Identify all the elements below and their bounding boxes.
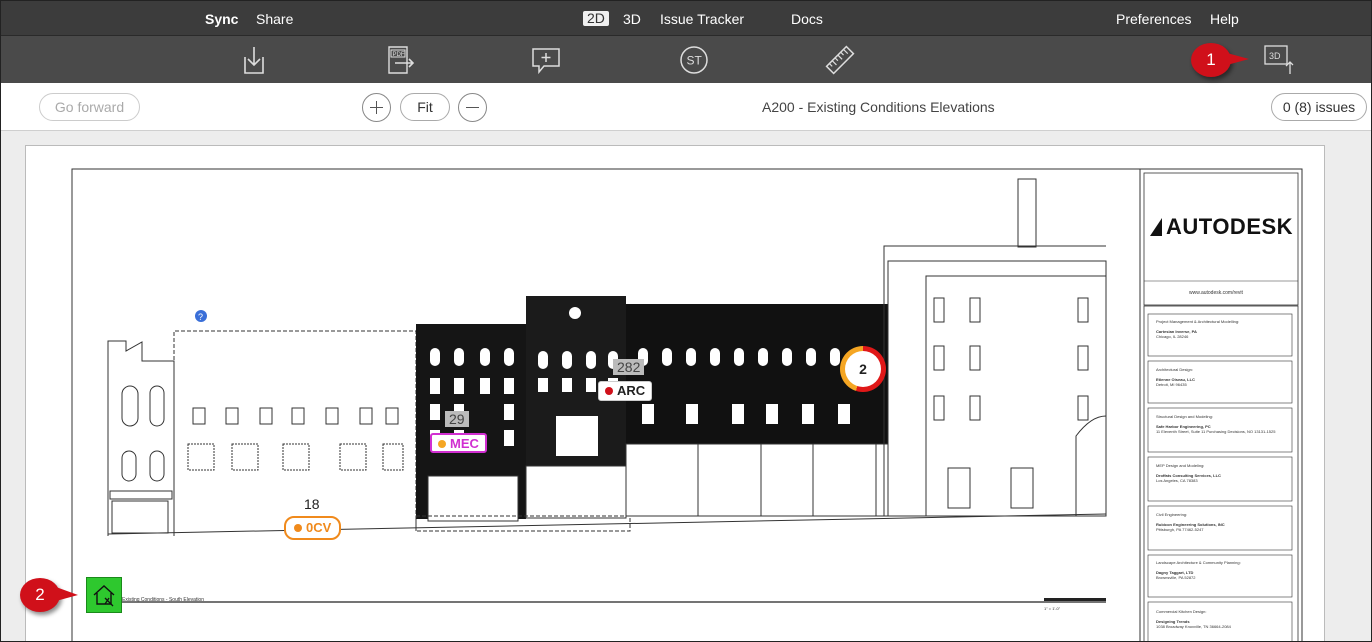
tb-entry-addr: Brownsville, PA 52872 (1156, 575, 1196, 580)
home-view-button[interactable] (86, 577, 122, 613)
pdf-label: PDF (393, 52, 405, 58)
drawing-sheet[interactable]: ? 1" = 1'-0" Existing Conditions - South… (25, 145, 1325, 641)
tb-entry-role: Architectural Design: (1156, 367, 1193, 372)
tb-entry-7: Commercial Kitchen Design: Designing Tre… (1156, 609, 1292, 629)
tb-url: www.autodesk.com/revit (1189, 290, 1243, 296)
menu-preferences[interactable]: Preferences (1116, 11, 1191, 27)
ruler-icon[interactable] (823, 44, 857, 76)
arc-issue-pin[interactable]: ARC (598, 381, 653, 401)
menu-sync[interactable]: Sync (205, 11, 238, 27)
view-title: Existing Conditions - South Elevation (122, 597, 204, 603)
menu-help[interactable]: Help (1210, 11, 1239, 27)
tb-entry-role: Structural Design and Modeling: (1156, 414, 1213, 419)
add-comment-icon[interactable] (529, 44, 563, 76)
mec-label: MEC (450, 436, 479, 451)
callout-1-pointer (1227, 53, 1249, 65)
issue-cluster-pin[interactable]: 2 (840, 346, 886, 392)
zoom-out-button[interactable] (458, 93, 487, 122)
tb-entry-5: Civil Engineering: Rubicon Engineering S… (1156, 512, 1292, 532)
callout-1: 1 (1191, 43, 1231, 77)
switch-3d-label: 3D (1269, 51, 1281, 61)
tb-entry-role: Civil Engineering: (1156, 512, 1188, 517)
tb-entry-addr: Pittsburgh, PA 77462-5247 (1156, 527, 1204, 532)
app-window: Sync Share 2D 3D Issue Tracker Docs Pref… (0, 0, 1372, 642)
home-icon (93, 585, 115, 607)
tb-entry-2: Architectural Design: Etienne Oiseau, LL… (1156, 367, 1292, 387)
navigation-bar: Go forward Fit A200 - Existing Condition… (1, 83, 1371, 131)
tb-entry-role: Project Management & Architectural Model… (1156, 319, 1240, 324)
tb-entry-3: Structural Design and Modeling: Safe Har… (1156, 414, 1292, 434)
autodesk-logo: AUTODESK (1150, 214, 1293, 240)
menu-3d[interactable]: 3D (623, 11, 641, 27)
tb-entry-addr: 1038 Broadway Knoxville, TN 36664-2084 (1156, 624, 1231, 629)
st-icon[interactable]: ST (677, 44, 711, 76)
logo-text: AUTODESK (1166, 214, 1294, 239)
arc-label: ARC (617, 383, 646, 398)
issue-cluster-count: 2 (845, 351, 881, 387)
zoom-in-button[interactable] (362, 93, 391, 122)
tb-entry-role: Landscape Architecture & Community Plann… (1156, 560, 1241, 565)
cv-count: 18 (304, 496, 320, 512)
top-menu-bar: Sync Share 2D 3D Issue Tracker Docs Pref… (1, 1, 1371, 35)
tb-entry-addr: Detroit, MI 96435 (1156, 382, 1187, 387)
svg-text:?: ? (198, 312, 203, 322)
tb-entry-addr: Los Angeles, CA 78383 (1156, 478, 1198, 483)
cv-issue-pin[interactable]: 0CV (284, 516, 342, 540)
tb-entry-addr: 11 Eleventh Street, Suite 11 Purchasing … (1156, 429, 1276, 434)
cv-label: 0CV (306, 520, 332, 535)
arc-count: 282 (613, 359, 645, 375)
arc-dot (605, 387, 613, 395)
download-icon[interactable] (237, 44, 271, 76)
autodesk-logo-mark (1150, 218, 1162, 236)
tb-entry-4: MEP Design and Modeling: Droffats Consul… (1156, 463, 1292, 483)
scale-label: 1" = 1'-0" (1044, 606, 1061, 611)
tb-entry-1: Project Management & Architectural Model… (1156, 319, 1292, 339)
callout-2: 2 (20, 578, 60, 612)
elevation-drawing: ? 1" = 1'-0" Existing Conditions - South… (71, 168, 1303, 641)
menu-issue-tracker[interactable]: Issue Tracker (660, 11, 744, 27)
go-forward-button[interactable]: Go forward (39, 93, 140, 121)
callout-2-pointer (56, 587, 78, 601)
st-label: ST (687, 54, 703, 68)
issues-button[interactable]: 0 (8) issues (1271, 93, 1367, 121)
cv-dot (294, 524, 302, 532)
tb-entry-addr: Chicago, IL 28246 (1156, 334, 1189, 339)
switch-3d-icon[interactable]: 3D (1263, 44, 1297, 76)
tb-entry-6: Landscape Architecture & Community Plann… (1156, 560, 1292, 580)
menu-docs[interactable]: Docs (791, 11, 823, 27)
menu-2d[interactable]: 2D (583, 11, 609, 26)
toolbar: PDF ST 3D (1, 35, 1371, 83)
menu-share[interactable]: Share (256, 11, 293, 27)
mec-dot (438, 440, 446, 448)
fit-button[interactable]: Fit (400, 93, 450, 121)
tb-entry-role: MEP Design and Modeling: (1156, 463, 1205, 468)
sheet-title: A200 - Existing Conditions Elevations (762, 99, 995, 115)
mec-issue-pin[interactable]: MEC (430, 433, 487, 453)
tb-entry-role: Commercial Kitchen Design: (1156, 609, 1207, 614)
mec-count: 29 (445, 411, 469, 427)
pdf-export-icon[interactable]: PDF (384, 44, 418, 76)
